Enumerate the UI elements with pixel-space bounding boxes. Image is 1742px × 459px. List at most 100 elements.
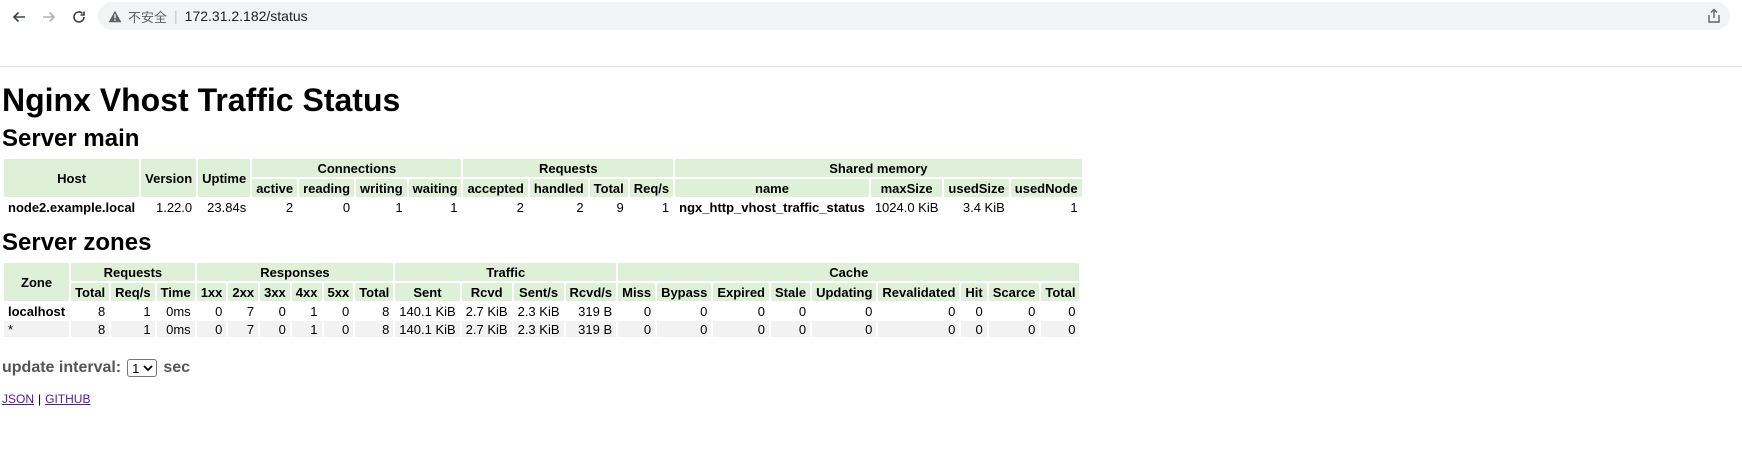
shm-usednode-header: usedNode <box>1010 179 1082 197</box>
table-cell: 0 <box>1041 303 1080 319</box>
browser-toolbar: 不安全 | 172.31.2.182/status <box>0 0 1742 33</box>
update-interval-label: update interval: <box>2 359 122 376</box>
table-cell: 2 <box>529 199 588 215</box>
resp-5xx-header: 5xx <box>323 283 354 301</box>
table-cell: 8 <box>71 303 110 319</box>
update-interval-select[interactable]: 1 <box>127 359 158 377</box>
table-cell: 9 <box>589 199 628 215</box>
table-cell: 0 <box>988 321 1040 337</box>
table-cell: 23.84s <box>198 199 251 215</box>
table-cell: 2.7 KiB <box>461 303 512 319</box>
table-cell: 1 <box>1010 199 1082 215</box>
zone-header: Zone <box>4 263 70 301</box>
table-cell: 2 <box>252 199 298 215</box>
table-cell: 0 <box>299 199 355 215</box>
url-text[interactable]: 172.31.2.182/status <box>185 8 308 24</box>
share-icon[interactable] <box>1706 8 1722 24</box>
security-status-label[interactable]: 不安全 <box>128 7 167 26</box>
table-cell: ngx_http_vhost_traffic_status <box>675 199 869 215</box>
table-cell: 0 <box>961 321 987 337</box>
table-row: node2.example.local 1.22.0 23.84s 2 0 1 … <box>4 199 1082 215</box>
table-cell: 0 <box>713 303 769 319</box>
zone-req-rate-header: Req/s <box>111 283 155 301</box>
resp-1xx-header: 1xx <box>196 283 227 301</box>
table-cell: 140.1 KiB <box>395 321 460 337</box>
table-cell: 0ms <box>156 303 195 319</box>
traffic-rcvd-header: Rcvd <box>461 283 512 301</box>
table-cell: 140.1 KiB <box>395 303 460 319</box>
table-cell: 2.3 KiB <box>513 303 564 319</box>
requests-rate-header: Req/s <box>629 179 674 197</box>
table-row: * 8 1 0ms 0 7 0 1 0 8 140.1 KiB 2.7 KiB … <box>4 321 1080 337</box>
table-cell: 0 <box>771 303 811 319</box>
requests-group-header: Requests <box>463 159 674 177</box>
table-cell: 1 <box>291 303 322 319</box>
traffic-rcvd-rate-header: Rcvd/s <box>565 283 617 301</box>
table-cell: 1024.0 KiB <box>870 199 943 215</box>
table-cell: 8 <box>355 303 394 319</box>
cache-group-header: Cache <box>618 263 1080 281</box>
toolbar-divider <box>0 66 1742 67</box>
table-cell: 0 <box>657 303 712 319</box>
reading-header: reading <box>299 179 355 197</box>
forward-button[interactable] <box>34 2 64 32</box>
zone-name-cell: localhost <box>4 303 70 319</box>
shared-memory-group-header: Shared memory <box>675 159 1082 177</box>
cache-miss-header: Miss <box>618 283 656 301</box>
requests-total-header: Total <box>589 179 628 197</box>
shm-usedsize-header: usedSize <box>944 179 1009 197</box>
chevron-down-icon <box>143 365 154 372</box>
resp-4xx-header: 4xx <box>291 283 322 301</box>
warning-icon[interactable] <box>104 10 126 23</box>
server-main-heading: Server main <box>2 125 140 152</box>
update-interval: update interval: 1 sec <box>2 359 190 377</box>
resp-2xx-header: 2xx <box>228 283 259 301</box>
resp-3xx-header: 3xx <box>260 283 290 301</box>
update-interval-value: 1 <box>132 360 140 376</box>
responses-group-header: Responses <box>196 263 394 281</box>
table-cell: 0 <box>196 303 227 319</box>
cache-hit-header: Hit <box>961 283 987 301</box>
table-cell: 0 <box>771 321 811 337</box>
cache-updating-header: Updating <box>812 283 877 301</box>
table-cell: 7 <box>228 303 259 319</box>
back-button[interactable] <box>4 2 34 32</box>
address-divider: | <box>174 8 178 24</box>
table-cell: 0 <box>878 303 960 319</box>
reload-button[interactable] <box>64 2 94 32</box>
table-cell: 7 <box>228 321 259 337</box>
table-cell: 0 <box>657 321 712 337</box>
table-cell: 1 <box>111 321 155 337</box>
table-cell: 1 <box>356 199 407 215</box>
resp-total-header: Total <box>355 283 394 301</box>
github-link[interactable]: GITHUB <box>45 392 90 406</box>
accepted-header: accepted <box>463 179 528 197</box>
table-cell: 0 <box>988 303 1040 319</box>
zone-name-cell: * <box>4 321 70 337</box>
zone-req-time-header: Time <box>156 283 195 301</box>
json-link[interactable]: JSON <box>2 392 34 406</box>
table-cell: 1 <box>408 199 462 215</box>
cache-stale-header: Stale <box>771 283 811 301</box>
table-cell: 0 <box>260 303 290 319</box>
cache-bypass-header: Bypass <box>657 283 712 301</box>
cache-total-header: Total <box>1041 283 1080 301</box>
table-cell: 0 <box>1041 321 1080 337</box>
shm-maxsize-header: maxSize <box>870 179 943 197</box>
table-row: localhost 8 1 0ms 0 7 0 1 0 8 140.1 KiB … <box>4 303 1080 319</box>
table-cell: 8 <box>355 321 394 337</box>
table-cell: 0 <box>323 303 354 319</box>
table-cell: 0 <box>961 303 987 319</box>
page-title: Nginx Vhost Traffic Status <box>2 82 401 118</box>
update-interval-unit: sec <box>163 359 191 376</box>
address-bar[interactable]: 不安全 | 172.31.2.182/status <box>98 2 1730 30</box>
table-cell: 2.7 KiB <box>461 321 512 337</box>
cache-scarce-header: Scarce <box>988 283 1040 301</box>
table-cell: 1 <box>111 303 155 319</box>
table-cell: 1 <box>291 321 322 337</box>
forward-arrow-icon <box>43 11 56 22</box>
waiting-header: waiting <box>408 179 462 197</box>
host-header: Host <box>4 159 140 197</box>
table-cell: 2 <box>463 199 528 215</box>
table-cell: 2.3 KiB <box>513 321 564 337</box>
